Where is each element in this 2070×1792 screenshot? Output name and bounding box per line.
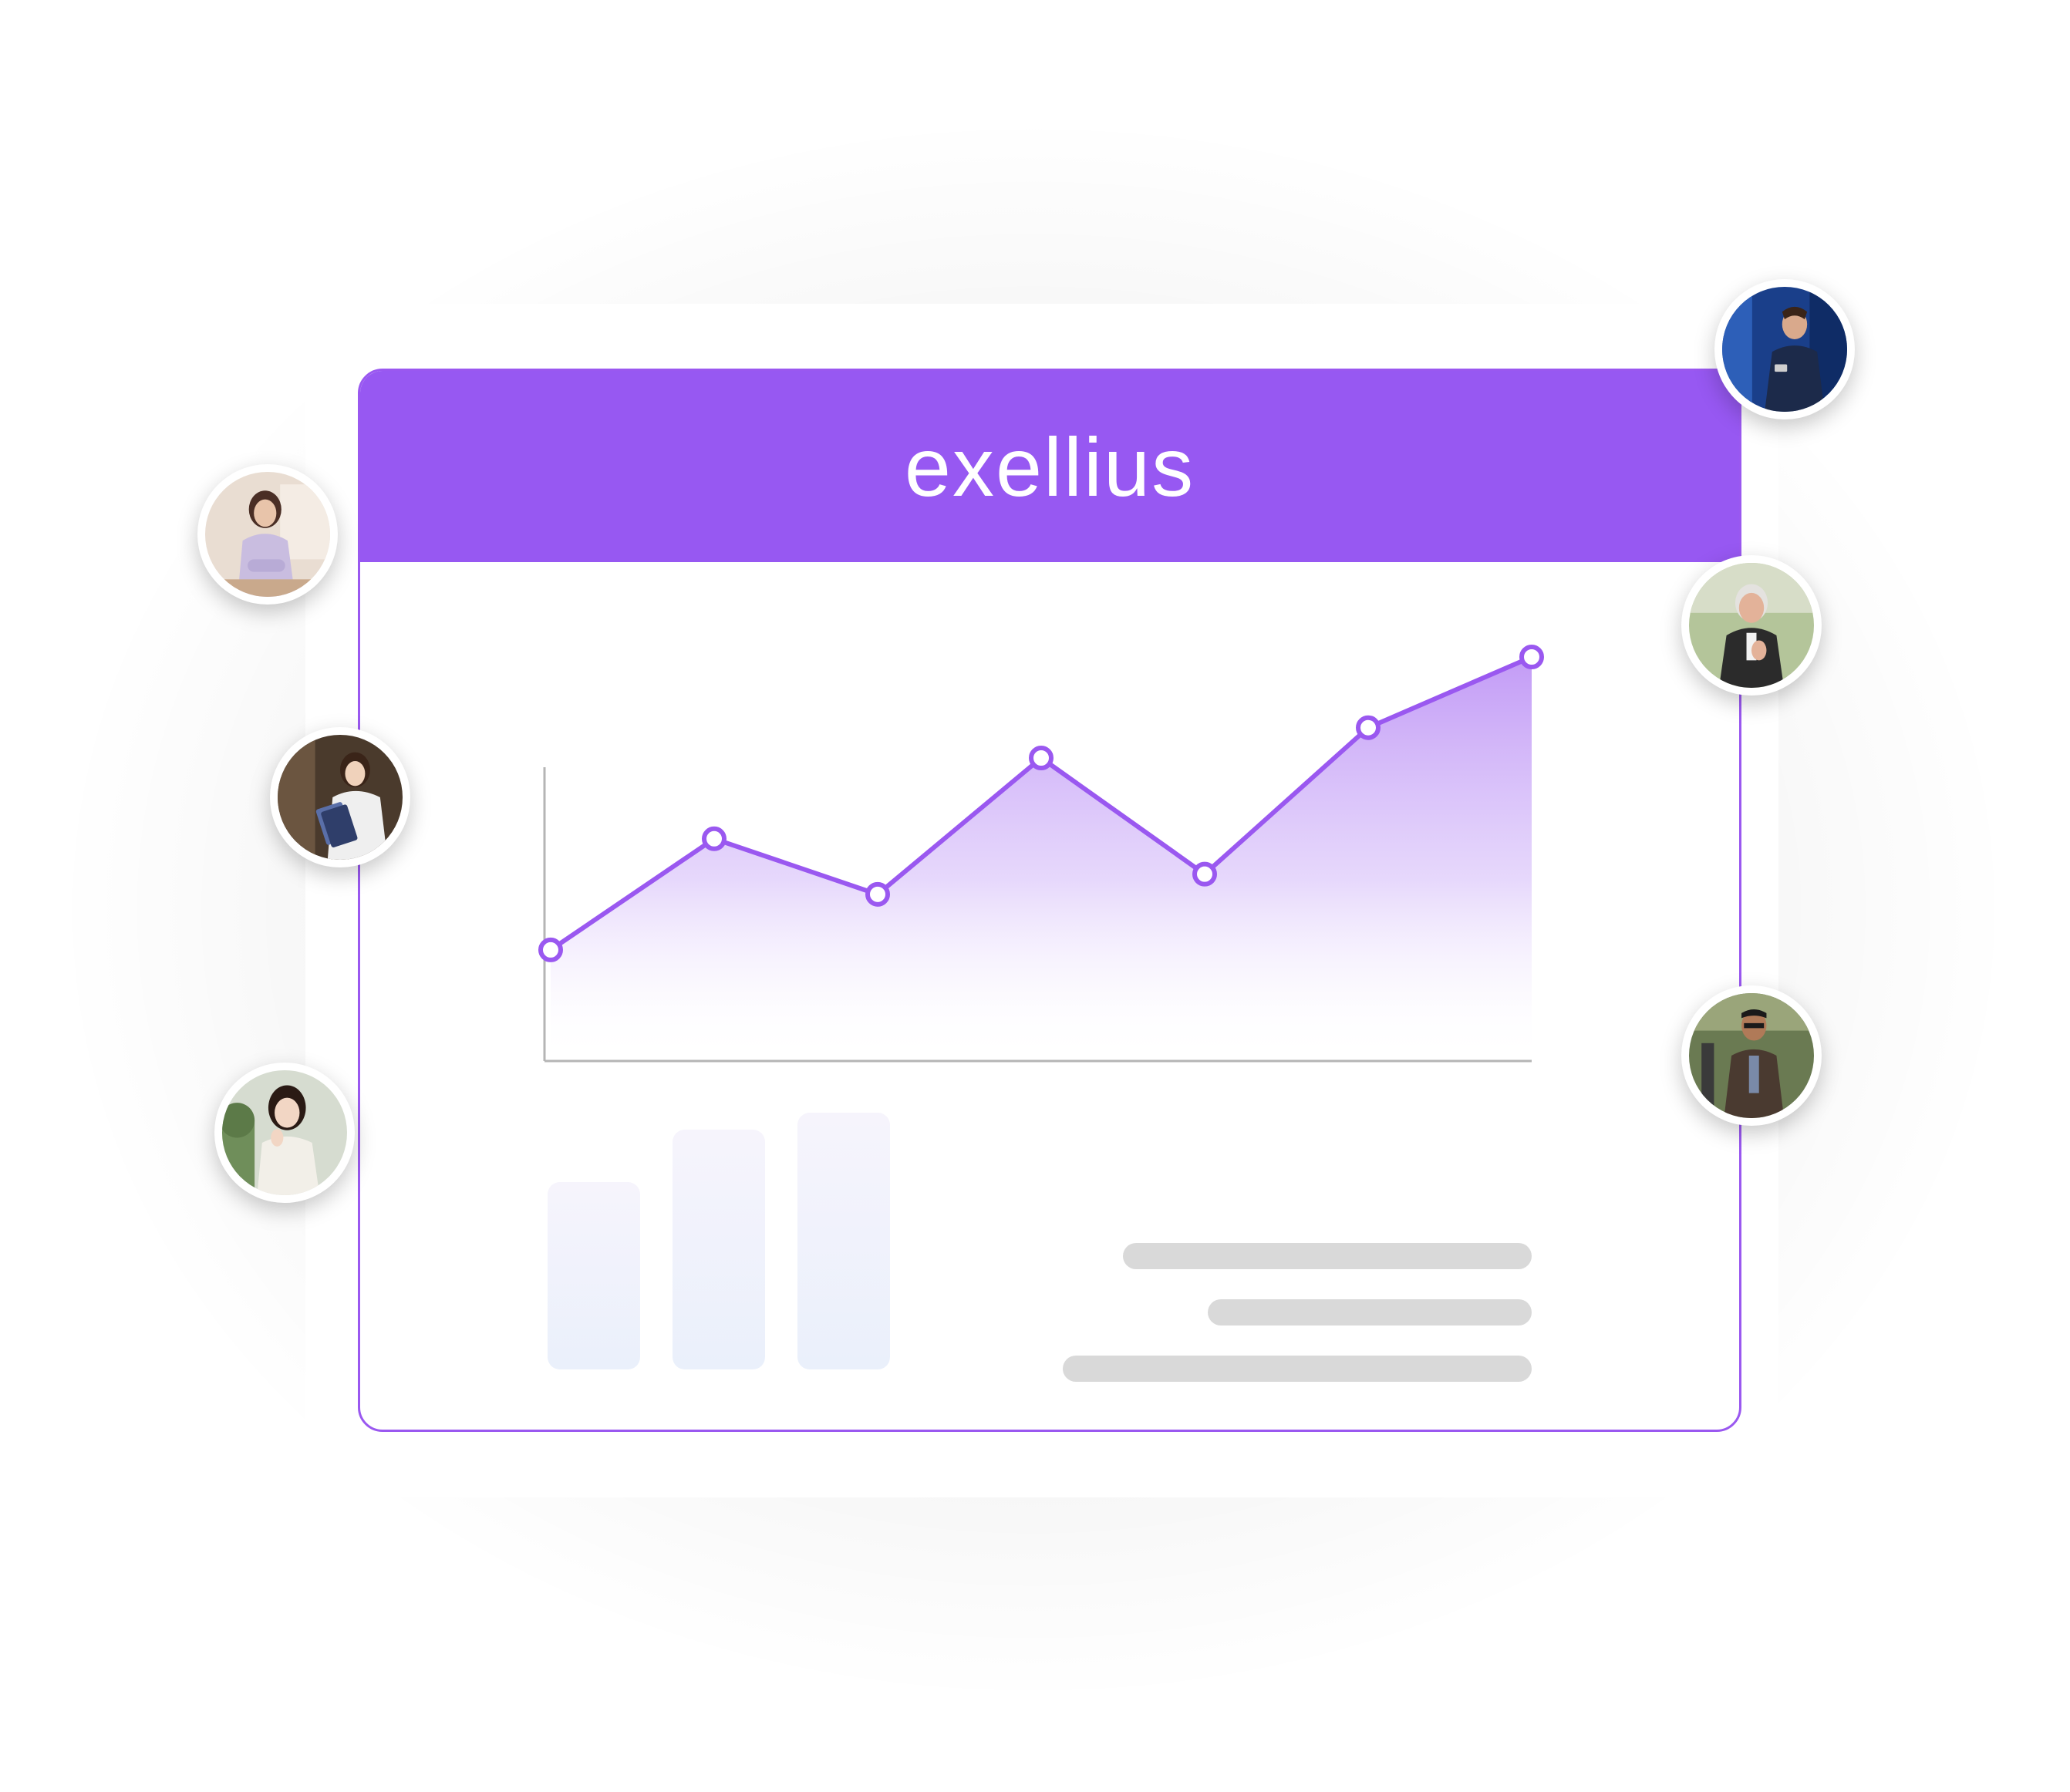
avatar-photo xyxy=(1689,993,1814,1118)
chart-point-7 xyxy=(1519,645,1544,669)
chart-point-6 xyxy=(1356,715,1381,740)
area-chart xyxy=(538,645,1544,1063)
placeholder-line-1 xyxy=(1123,1243,1532,1269)
avatar-photo xyxy=(1689,563,1814,688)
chart-area-fill xyxy=(551,657,1532,1061)
placeholder-bar-2 xyxy=(673,1130,765,1369)
chart-point-3 xyxy=(865,881,890,907)
placeholder-bar-1 xyxy=(548,1182,640,1369)
avatar-woman-smiling-plants[interactable] xyxy=(214,1063,355,1203)
placeholder-line-2 xyxy=(1208,1299,1532,1325)
chart-point-5 xyxy=(1192,861,1217,887)
avatar-man-blue-suit-phone[interactable] xyxy=(1714,279,1855,419)
placeholder-bar-3 xyxy=(797,1113,890,1369)
avatar-photo xyxy=(222,1070,347,1195)
avatar-photo xyxy=(1722,287,1847,412)
avatar-photo xyxy=(278,735,403,860)
avatar-older-man-laughing[interactable] xyxy=(1681,555,1822,696)
avatar-woman-lavender-suit[interactable] xyxy=(197,464,338,605)
chart-point-2 xyxy=(702,826,727,851)
placeholder-line-3 xyxy=(1063,1356,1532,1382)
avatar-woman-holding-folders[interactable] xyxy=(270,727,410,867)
avatar-man-glasses-sport-coat[interactable] xyxy=(1681,985,1822,1126)
chart-point-4 xyxy=(1029,746,1054,770)
avatar-photo xyxy=(205,472,330,597)
chart-point-1 xyxy=(538,937,563,962)
